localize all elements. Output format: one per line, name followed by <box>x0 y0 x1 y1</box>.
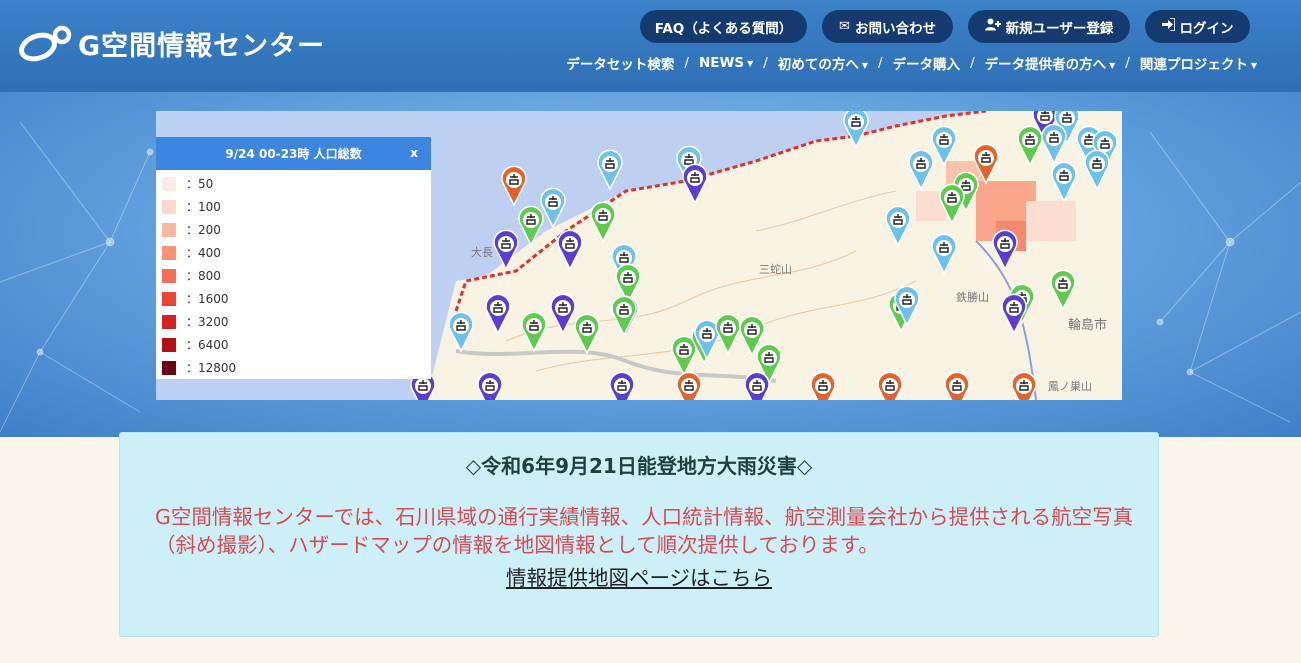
notice-body: G空間情報センターでは、石川県域の通行実績情報、人口統計情報、航空測量会社から提… <box>155 505 1134 557</box>
caret-down-icon: ▼ <box>1109 60 1116 70</box>
notice-title: ◇令和6年9月21日能登地方大雨災害◇ <box>465 454 813 478</box>
contact-button[interactable]: ✉ お問い合わせ <box>822 10 953 43</box>
nav-separator: / <box>878 55 883 71</box>
legend-label: ：3200 <box>186 315 229 329</box>
nav-first-time-label: 初めての方へ <box>777 57 859 73</box>
disaster-notice: ◇令和6年9月21日能登地方大雨災害◇ G空間情報センターでは、石川県域の通行実… <box>119 432 1159 637</box>
place-label: 大長 <box>471 245 493 259</box>
nav-separator: / <box>763 55 768 71</box>
legend-swatch <box>162 291 176 306</box>
place-label: 鳳ノ巣山 <box>1048 380 1092 393</box>
info-map-link[interactable]: 情報提供地図ページはこちら <box>506 561 772 591</box>
login-button[interactable]: ログイン <box>1145 10 1250 43</box>
legend-swatch <box>162 176 176 191</box>
nav-data-providers[interactable]: データ提供者の方へ ▼ <box>985 53 1116 73</box>
legend-header: 9/24 00-23時 人口総数 x <box>156 137 431 170</box>
site-header: G空間情報センター FAQ（よくある質問） ✉ お問い合わせ 新規ユーザー登録 … <box>0 0 1301 92</box>
logo-mark-icon <box>19 25 72 61</box>
legend-row: ：6400 <box>156 333 431 356</box>
legend-swatch <box>162 314 176 329</box>
nav-related-projects-label: 関連プロジェクト <box>1139 57 1248 73</box>
nav-related-projects[interactable]: 関連プロジェクト ▼ <box>1140 53 1257 73</box>
map-marker-lightblue[interactable] <box>540 187 566 229</box>
map-marker-orange[interactable] <box>944 371 970 400</box>
map-marker-orange[interactable] <box>810 371 836 400</box>
map-marker-purple[interactable] <box>609 371 635 400</box>
legend-label: ：100 <box>186 200 221 214</box>
contact-label: お問い合わせ <box>854 20 936 37</box>
nav-data-providers-label: データ提供者の方へ <box>984 57 1107 73</box>
main-nav: データセット検索 / NEWS ▼ / 初めての方へ ▼ / データ購入 / データ… <box>566 53 1257 73</box>
caret-down-icon: ▼ <box>747 58 754 68</box>
nav-data-purchase[interactable]: データ購入 <box>893 53 961 73</box>
legend-label: ：12800 <box>186 361 237 375</box>
register-button[interactable]: 新規ユーザー登録 <box>968 10 1130 43</box>
legend-label: ：400 <box>186 246 221 260</box>
nav-separator: / <box>970 55 975 71</box>
map-marker-orange[interactable] <box>676 371 702 400</box>
map-marker-orange[interactable] <box>501 165 527 207</box>
sign-in-icon <box>1161 17 1176 35</box>
legend-row: ：50 <box>156 172 431 195</box>
legend-label: ：6400 <box>186 338 229 352</box>
nav-separator: / <box>1125 55 1130 71</box>
nav-dataset-search-label: データセット検索 <box>566 57 675 73</box>
legend-swatch <box>162 245 176 260</box>
place-label: 鉄勝山 <box>956 290 989 304</box>
legend-row: ：100 <box>156 195 431 218</box>
map-marker-lightblue[interactable] <box>597 149 623 191</box>
nav-data-purchase-label: データ購入 <box>892 57 961 73</box>
caret-down-icon: ▼ <box>1250 60 1257 70</box>
legend-label: ：50 <box>186 177 214 191</box>
legend-swatch <box>162 199 176 214</box>
site-logo[interactable]: G空間情報センター <box>18 24 325 63</box>
population-legend: 9/24 00-23時 人口総数 x ：50 ：100 ：200 ：400 ：800 ：1… <box>156 137 431 379</box>
legend-title: 9/24 00-23時 人口総数 <box>225 147 362 161</box>
faq-label: FAQ（よくある質問） <box>654 20 793 37</box>
legend-label: ：800 <box>186 269 221 283</box>
register-label: 新規ユーザー登録 <box>1005 20 1114 37</box>
faq-button[interactable]: FAQ（よくある質問） <box>640 10 807 43</box>
logo-text: G空間情報センター <box>78 31 326 62</box>
nav-news-label: NEWS <box>698 55 745 71</box>
map-marker-orange[interactable] <box>1011 371 1037 400</box>
legend-row: ：800 <box>156 264 431 287</box>
legend-swatch <box>162 222 176 237</box>
legend-swatch <box>162 268 176 283</box>
login-label: ログイン <box>1179 20 1234 37</box>
legend-label: ：200 <box>186 223 221 237</box>
legend-row: ：3200 <box>156 310 431 333</box>
legend-swatch <box>162 337 176 352</box>
legend-label: ：1600 <box>186 292 229 306</box>
nav-separator: / <box>684 55 689 71</box>
legend-row: ：12800 <box>156 356 431 379</box>
map-marker-purple[interactable] <box>744 371 770 400</box>
nav-news[interactable]: NEWS ▼ <box>699 55 753 71</box>
legend-row: ：200 <box>156 218 431 241</box>
map-marker-orange[interactable] <box>877 371 903 400</box>
envelope-icon: ✉ <box>839 19 850 34</box>
nav-dataset-search[interactable]: データセット検索 <box>566 53 674 73</box>
user-plus-icon <box>984 18 1001 35</box>
nav-first-time[interactable]: 初めての方へ ▼ <box>778 53 868 73</box>
map-marker-purple[interactable] <box>477 371 503 400</box>
legend-row: ：400 <box>156 241 431 264</box>
place-label: 輪島市 <box>1068 317 1107 333</box>
legend-rows: ：50 ：100 ：200 ：400 ：800 ：1600 ：3200 ：6400 ：12800 <box>156 170 431 379</box>
legend-swatch <box>162 360 176 375</box>
caret-down-icon: ▼ <box>861 60 868 70</box>
legend-row: ：1600 <box>156 287 431 310</box>
legend-close-button[interactable]: x <box>410 146 418 160</box>
place-label: 三蛇山 <box>759 262 792 276</box>
